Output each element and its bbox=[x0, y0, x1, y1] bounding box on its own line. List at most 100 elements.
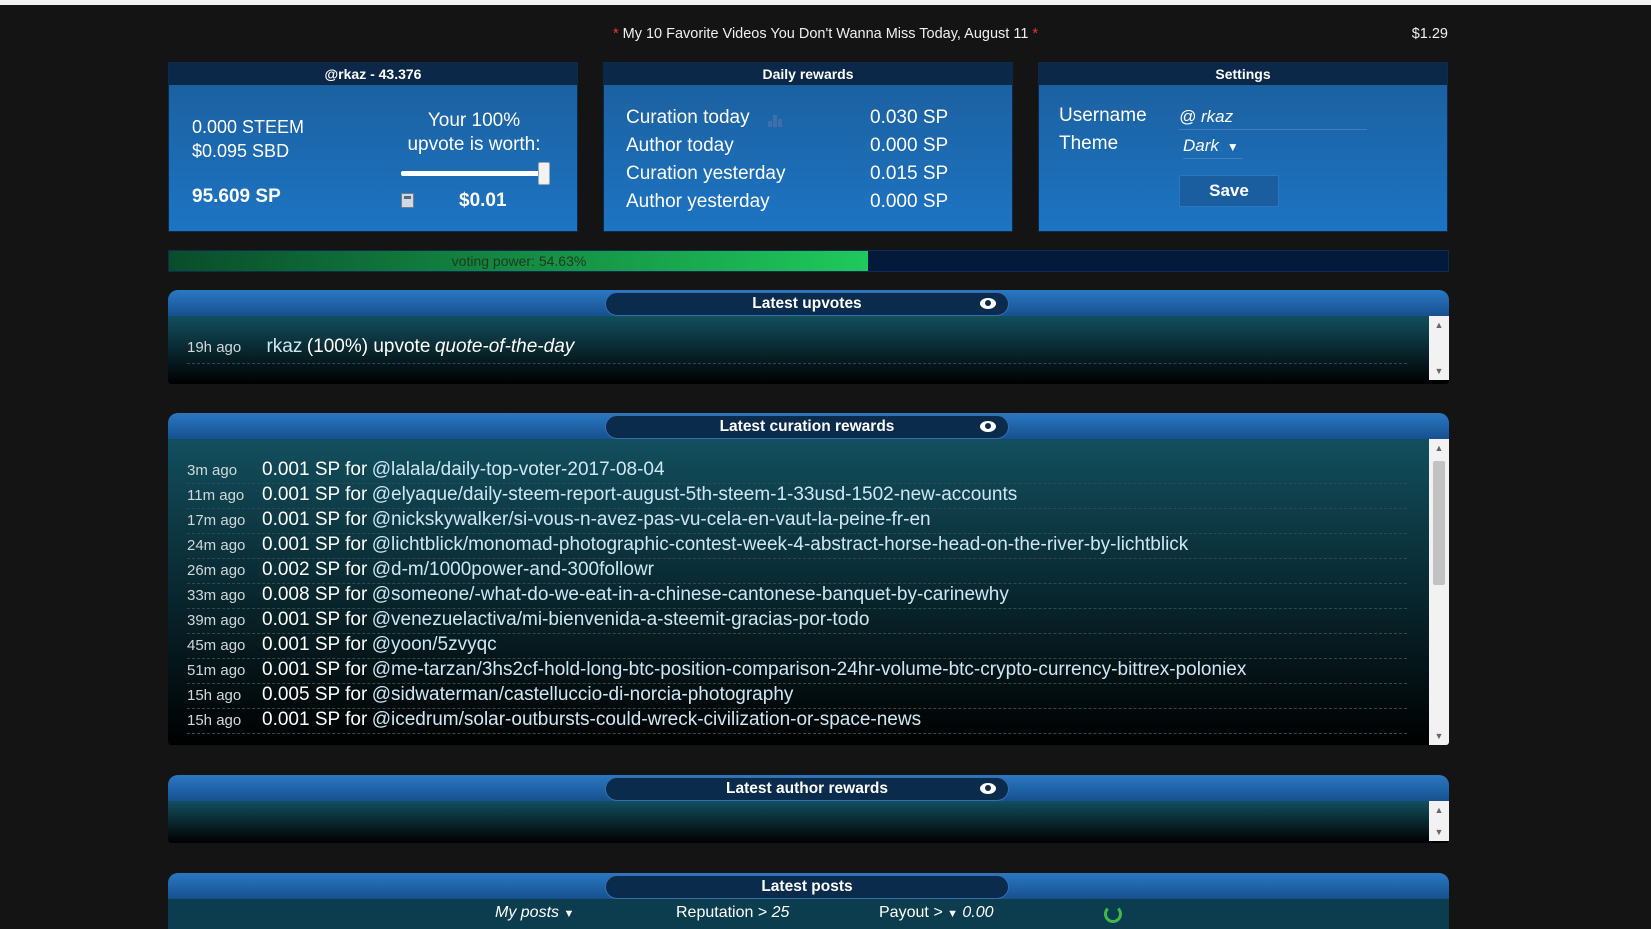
upvote-label-line2: upvote is worth: bbox=[407, 134, 541, 155]
panel-header: Latest author rewards bbox=[168, 775, 1449, 801]
sbd-balance: $0.095 SBD bbox=[192, 141, 290, 161]
post-link[interactable]: @icedrum/solar-outbursts-could-wreck-civ… bbox=[372, 709, 921, 730]
daily-label: Curation yesterday bbox=[626, 163, 786, 184]
panel-title: Latest author rewards bbox=[726, 780, 888, 797]
theme-select[interactable]: Dark ▼ bbox=[1183, 136, 1243, 159]
item-time: 33m ago bbox=[187, 587, 246, 604]
daily-rewards-header: Daily rewards bbox=[604, 63, 1012, 85]
latest-posts-tab[interactable]: Latest posts bbox=[605, 875, 1009, 899]
voter-link[interactable]: rkaz bbox=[266, 336, 302, 357]
item-time: 17m ago bbox=[187, 512, 246, 529]
upvote-slider-handle[interactable] bbox=[538, 162, 550, 185]
announcement-text: My 10 Favorite Videos You Don't Wanna Mi… bbox=[622, 26, 1029, 42]
caret-down-icon: ▼ bbox=[947, 908, 958, 920]
upvote-worth-label: Your 100% upvote is worth: bbox=[399, 109, 549, 157]
scroll-up-icon[interactable]: ▲ bbox=[1429, 441, 1449, 455]
payout-input[interactable]: 0.00 bbox=[962, 904, 993, 921]
username-input[interactable]: @ rkaz bbox=[1179, 107, 1367, 130]
payout-filter: Payout > ▼ 0.00 bbox=[879, 904, 994, 922]
upvote-slider-track[interactable] bbox=[401, 171, 545, 176]
star-icon: * bbox=[1032, 26, 1039, 42]
eye-icon[interactable] bbox=[980, 298, 996, 309]
post-link[interactable]: @sidwaterman/castelluccio-di-norcia-phot… bbox=[372, 684, 794, 705]
daily-label: Author today bbox=[626, 135, 734, 156]
list-item: 3m ago 0.001 SP for @lalala/daily-top-vot… bbox=[187, 459, 1407, 484]
daily-rewards-card: Daily rewards Curation today 0.030 SP Au… bbox=[603, 62, 1013, 232]
scroll-up-icon[interactable]: ▲ bbox=[1429, 318, 1449, 332]
scrollbar[interactable]: ▲ ▼ bbox=[1429, 316, 1449, 380]
latest-author-tab[interactable]: Latest author rewards bbox=[605, 777, 1009, 801]
upvote-label-line1: Your 100% bbox=[427, 110, 521, 131]
scroll-down-icon[interactable]: ▼ bbox=[1429, 825, 1449, 839]
settings-card: Settings Username @ rkaz Theme Dark ▼ Sav… bbox=[1038, 62, 1448, 232]
scroll-down-icon[interactable]: ▼ bbox=[1429, 364, 1449, 378]
author-list: ▲ ▼ bbox=[168, 801, 1449, 843]
item-amount: 0.001 SP for bbox=[262, 459, 368, 480]
calculator-icon[interactable] bbox=[401, 193, 414, 208]
daily-value: 0.015 SP bbox=[870, 163, 949, 184]
post-link[interactable]: @yoon/5zvyqc bbox=[372, 634, 497, 655]
scroll-down-icon[interactable]: ▼ bbox=[1429, 729, 1449, 743]
username-label: Username bbox=[1059, 105, 1147, 126]
list-item: 26m ago 0.002 SP for @d-m/1000power-and-3… bbox=[187, 559, 1407, 584]
panel-title: Latest posts bbox=[761, 878, 853, 895]
latest-upvotes-tab[interactable]: Latest upvotes bbox=[605, 292, 1009, 316]
reputation-input[interactable]: 25 bbox=[772, 904, 790, 921]
item-time: 3m ago bbox=[187, 462, 238, 479]
account-header: @rkaz - 43.376 bbox=[169, 63, 577, 85]
post-link[interactable]: @nickskywalker/si-vous-n-avez-pas-vu-cel… bbox=[372, 509, 931, 530]
list-item: 24m ago 0.001 SP for @lichtblick/monomad-… bbox=[187, 534, 1407, 559]
latest-curation-tab[interactable]: Latest curation rewards bbox=[605, 415, 1009, 439]
item-time: 39m ago bbox=[187, 612, 246, 629]
panel-header: Latest curation rewards bbox=[168, 413, 1449, 439]
theme-label: Theme bbox=[1059, 133, 1119, 154]
payout-operator-select[interactable]: > bbox=[933, 904, 942, 921]
caret-down-icon: ▼ bbox=[1226, 140, 1239, 154]
reputation-filter: Reputation > 25 bbox=[676, 904, 789, 922]
eye-icon[interactable] bbox=[980, 783, 996, 794]
item-amount: 0.008 SP for bbox=[262, 584, 368, 605]
eye-icon[interactable] bbox=[980, 421, 996, 432]
daily-value: 0.000 SP bbox=[870, 135, 949, 156]
post-link[interactable]: @me-tarzan/3hs2cf-hold-long-btc-position… bbox=[372, 659, 1247, 680]
scrollbar[interactable]: ▲ ▼ bbox=[1429, 801, 1449, 841]
save-button[interactable]: Save bbox=[1179, 175, 1279, 207]
list-item: 33m ago 0.008 SP for @someone/-what-do-we… bbox=[187, 584, 1407, 609]
star-icon: * bbox=[612, 26, 619, 42]
scroll-thumb[interactable] bbox=[1433, 461, 1445, 585]
upvote-worth-value: $0.01 bbox=[459, 190, 507, 211]
posts-filter-select[interactable]: My posts ▼ bbox=[495, 904, 574, 922]
item-amount: 0.001 SP for bbox=[262, 659, 368, 680]
post-link[interactable]: @venezuelactiva/mi-bienvenida-a-steemit-… bbox=[372, 609, 870, 630]
refresh-icon[interactable] bbox=[1104, 905, 1122, 923]
item-amount: 0.001 SP for bbox=[262, 534, 368, 555]
curation-list: 3m ago 0.001 SP for @lalala/daily-top-vot… bbox=[168, 439, 1449, 745]
post-link[interactable]: @d-m/1000power-and-300followr bbox=[372, 559, 654, 580]
item-amount: 0.005 SP for bbox=[262, 684, 368, 705]
scrollbar[interactable]: ▲ ▼ bbox=[1429, 439, 1449, 745]
item-time: 24m ago bbox=[187, 537, 246, 554]
list-item: 45m ago 0.001 SP for @yoon/5zvyqc bbox=[187, 634, 1407, 659]
upvotes-list: 19h ago rkaz (100%) upvote quote-of-the-… bbox=[168, 316, 1449, 384]
post-link[interactable]: quote-of-the-day bbox=[435, 336, 574, 357]
list-item: 15h ago 0.001 SP for @icedrum/solar-outbu… bbox=[187, 709, 1407, 734]
item-time: 11m ago bbox=[187, 487, 245, 504]
daily-label: Author yesterday bbox=[626, 191, 770, 212]
item-time: 15h ago bbox=[187, 687, 242, 704]
panel-title: Latest upvotes bbox=[752, 295, 862, 312]
latest-upvotes-panel: Latest upvotes 19h ago rkaz (100%) upvot… bbox=[168, 290, 1449, 384]
post-link[interactable]: @lalala/daily-top-voter-2017-08-04 bbox=[372, 459, 665, 480]
bar-chart-icon[interactable] bbox=[768, 115, 786, 127]
post-link[interactable]: @someone/-what-do-we-eat-in-a-chinese-ca… bbox=[372, 584, 1009, 605]
theme-selected-value: Dark bbox=[1183, 136, 1219, 155]
post-link[interactable]: @lichtblick/monomad-photographic-contest… bbox=[372, 534, 1189, 555]
list-item: 51m ago 0.001 SP for @me-tarzan/3hs2cf-ho… bbox=[187, 659, 1407, 684]
scroll-up-icon[interactable]: ▲ bbox=[1429, 803, 1449, 817]
list-item: 11m ago 0.001 SP for @elyaque/daily-steem… bbox=[187, 484, 1407, 509]
payout-label: Payout bbox=[879, 904, 929, 921]
item-time: 51m ago bbox=[187, 662, 246, 679]
panel-header: Latest upvotes bbox=[168, 290, 1449, 316]
post-link[interactable]: @elyaque/daily-steem-report-august-5th-s… bbox=[372, 484, 1018, 505]
item-amount: 0.001 SP for bbox=[262, 609, 368, 630]
item-amount: 0.002 SP for bbox=[262, 559, 368, 580]
